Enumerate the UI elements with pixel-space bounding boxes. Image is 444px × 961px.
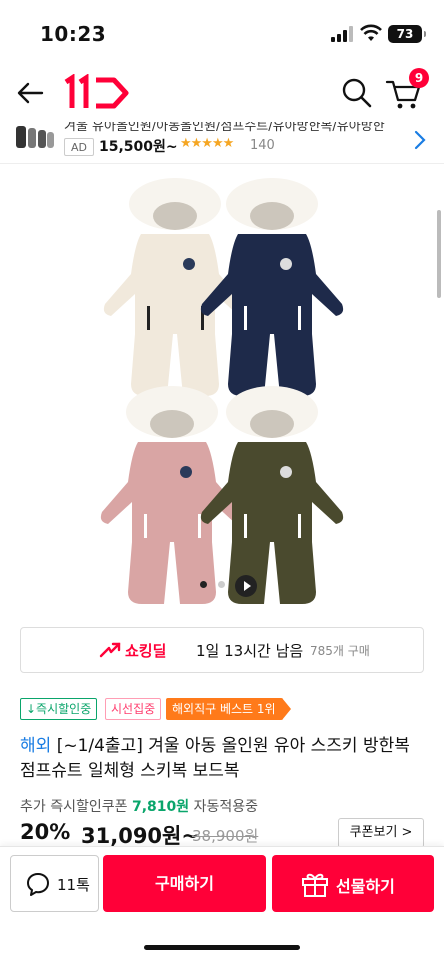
- cart-count-badge: 9: [409, 68, 429, 88]
- product-title: 해외 [~1/4출고] 겨울 아동 올인원 유아 스즈키 방한복 점프슈트 일체…: [20, 734, 430, 784]
- pager-dot[interactable]: [218, 581, 225, 588]
- battery-icon: 73: [388, 25, 426, 43]
- tag-instant-discount: ↓즉시할인중: [20, 698, 98, 720]
- coupon-prefix: 추가 즉시할인쿠폰: [20, 799, 128, 815]
- gift-button[interactable]: 선물하기: [272, 855, 434, 912]
- coupon-suffix: 자동적용중: [193, 799, 258, 815]
- ad-thumbnail-image: [16, 126, 54, 148]
- product-photo: [100, 178, 344, 604]
- product-title-text: [~1/4출고] 겨울 아동 올인원 유아 스즈키 방한복 점프슈트 일체형 스…: [20, 736, 410, 781]
- ad-title: 겨울 유아올인원/아동올인원/점프수트/유아방한복/유아방한: [64, 122, 385, 134]
- lightning-icon: [99, 642, 121, 658]
- talk-button-label: 11톡: [57, 876, 90, 894]
- status-bar: 10:23 73: [0, 0, 444, 62]
- 11st-logo[interactable]: [62, 74, 132, 112]
- discount-rate: 20%: [20, 820, 71, 844]
- chevron-right-icon[interactable]: [410, 128, 430, 152]
- origin-label[interactable]: 해외: [20, 736, 51, 756]
- search-icon[interactable]: [340, 76, 374, 110]
- video-play-icon[interactable]: [235, 575, 257, 597]
- deal-time-remaining: 1일 13시간 남음: [196, 642, 304, 660]
- app-header: [0, 62, 444, 124]
- coupon-info: 추가 즉시할인쿠폰 7,810원 자동적용중: [20, 796, 258, 816]
- olive-suit: [200, 386, 344, 604]
- original-price: 38,900원: [192, 827, 259, 845]
- pager-dot-active[interactable]: [200, 581, 207, 588]
- gift-button-label: 선물하기: [336, 877, 395, 896]
- navy-suit: [200, 178, 344, 396]
- sponsored-product-banner[interactable]: 겨울 유아올인원/아동올인원/점프수트/유아방한복/유아방한 AD 15,500…: [0, 122, 444, 164]
- wifi-icon: [360, 24, 382, 41]
- ad-review-count: 140: [250, 138, 275, 153]
- buy-button[interactable]: 구매하기: [103, 855, 266, 912]
- gift-icon: [302, 873, 328, 897]
- tag-popular: 시선집중: [105, 698, 162, 720]
- star-rating-icon: ★★★★★: [180, 136, 234, 151]
- tag-best-seller: 해외직구 베스트 1위: [166, 698, 291, 720]
- shocking-deal-banner[interactable]: 쇼킹딜 1일 13시간 남음 785개 구매: [20, 627, 424, 673]
- talk-button[interactable]: 11톡: [10, 855, 99, 912]
- back-arrow-icon[interactable]: [14, 76, 48, 110]
- signal-icon: [331, 26, 353, 42]
- home-indicator[interactable]: [144, 945, 300, 950]
- scroll-indicator[interactable]: [437, 210, 441, 298]
- shocking-deal-label: 쇼킹딜: [125, 642, 167, 660]
- bottom-action-bar: 11톡 구매하기 선물하기: [0, 846, 444, 961]
- ad-price: 15,500원~: [99, 139, 178, 155]
- product-image-carousel[interactable]: [0, 164, 444, 604]
- view-coupon-button[interactable]: 쿠폰보기 >: [338, 818, 424, 848]
- chat-bubble-icon: [27, 873, 49, 896]
- status-time: 10:23: [40, 22, 107, 46]
- coupon-amount: 7,810원: [131, 799, 190, 815]
- ad-badge: AD: [64, 138, 94, 156]
- deal-sold-count: 785개 구매: [310, 644, 370, 658]
